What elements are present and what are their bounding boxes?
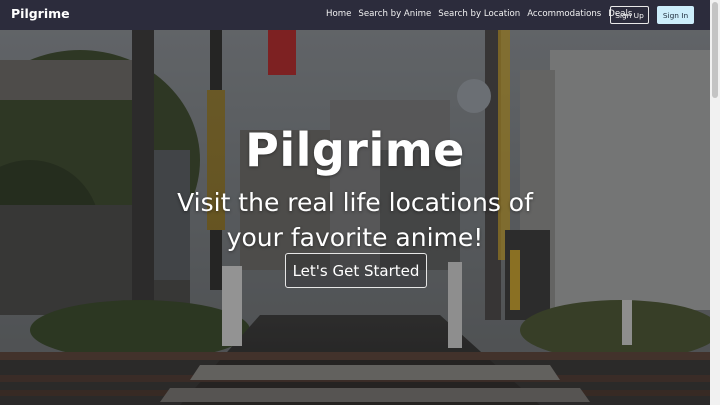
hero-title: Pilgrime [245, 123, 465, 177]
top-navbar: Pilgrime Home Search by Anime Search by … [0, 0, 710, 30]
hero-section: Pilgrime Visit the real life locations o… [0, 30, 710, 405]
hero-subtitle: Visit the real life locations of your fa… [177, 188, 533, 252]
nav-link-search-by-anime[interactable]: Search by Anime [358, 9, 431, 19]
sign-up-button[interactable]: Sign Up [610, 6, 649, 24]
scrollbar-thumb[interactable] [712, 2, 718, 98]
get-started-button[interactable]: Let's Get Started [285, 253, 427, 288]
nav-links: Home Search by Anime Search by Location … [326, 9, 639, 19]
brand-logo[interactable]: Pilgrime [11, 6, 70, 21]
nav-link-search-by-location[interactable]: Search by Location [438, 9, 520, 19]
nav-link-home[interactable]: Home [326, 9, 351, 19]
nav-link-accommodations[interactable]: Accommodations [527, 9, 601, 19]
sign-in-button[interactable]: Sign In [657, 6, 694, 24]
